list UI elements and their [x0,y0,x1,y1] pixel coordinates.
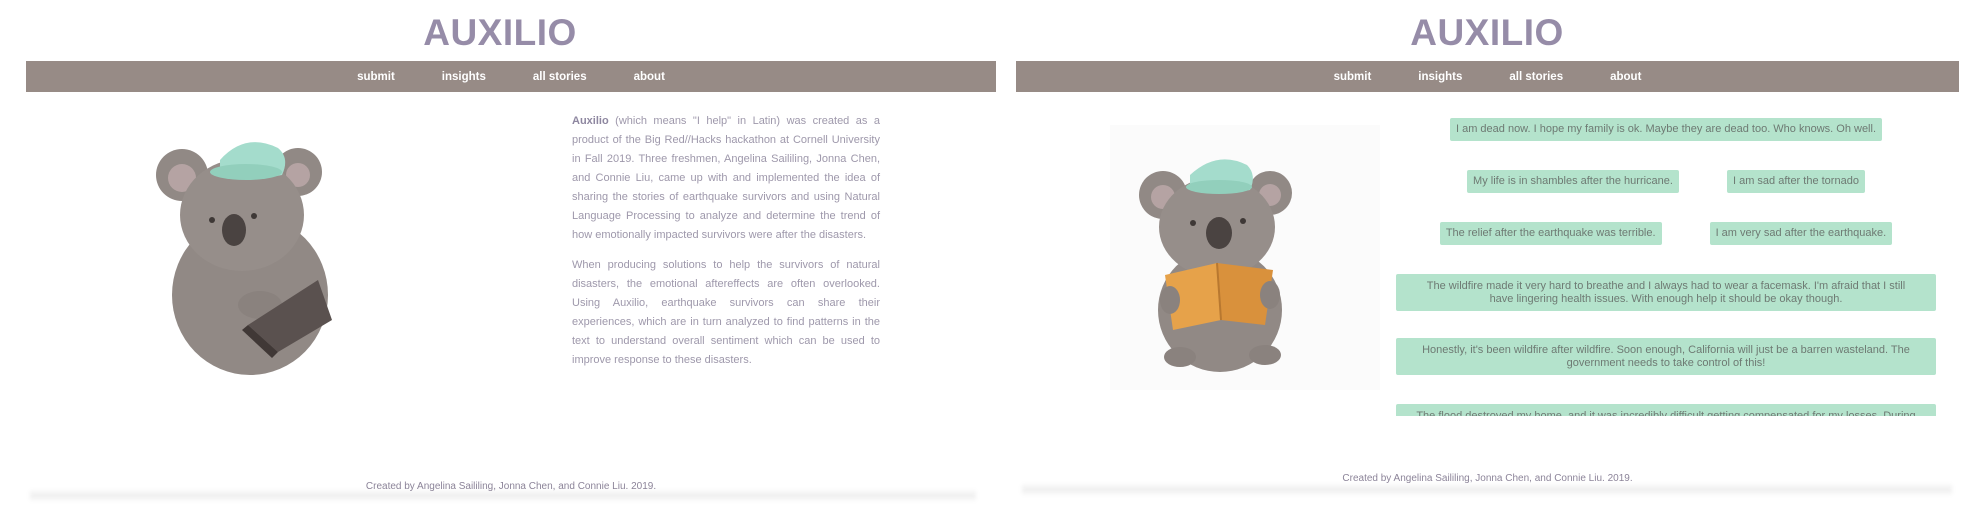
story-card[interactable]: The flood destroyed my home, and it was … [1396,404,1936,416]
about-text: Auxilio (which means "I help" in Latin) … [572,112,880,381]
nav-submit[interactable]: submit [357,71,395,83]
navbar: submit insights all stories about [1016,61,1959,92]
story-card[interactable]: I am dead now. I hope my family is ok. M… [1449,118,1883,141]
nav-about[interactable]: about [1610,71,1641,83]
about-paragraph-1: Auxilio (which means "I help" in Latin) … [572,112,880,245]
story-row: The flood destroyed my home, and it was … [1390,404,1942,416]
story-card[interactable]: The wildfire made it very hard to breath… [1396,274,1936,311]
about-page: AUXILIO submit insights all stories abou… [0,0,1000,510]
story-row: Honestly, it's been wildfire after wildf… [1390,338,1942,375]
footer-credits: Created by Angelina Saililing, Jonna Che… [1342,473,1633,484]
story-row: The wildfire made it very hard to breath… [1390,274,1942,311]
brand-title[interactable]: AUXILIO [1000,12,1974,54]
about-paragraph-2: When producing solutions to help the sur… [572,259,880,366]
story-card[interactable]: I am sad after the tornado [1726,170,1865,193]
koala-laptop-illustration [156,142,332,375]
story-card[interactable]: The relief after the earthquake was terr… [1439,222,1662,245]
story-row: The relief after the earthquake was terr… [1390,222,1942,245]
nav-insights[interactable]: insights [1418,71,1462,83]
story-card[interactable]: Honestly, it's been wildfire after wildf… [1396,338,1936,375]
story-card[interactable]: My life is in shambles after the hurrica… [1467,170,1679,193]
nav-all-stories[interactable]: all stories [533,71,587,83]
stories-page: AUXILIO submit insights all stories abou… [1000,0,1974,510]
brand-title[interactable]: AUXILIO [0,12,1000,54]
nav-about[interactable]: about [634,71,665,83]
footer-shadow [30,490,976,502]
brand-name-bold: Auxilio [572,115,609,127]
koala-reading-illustration [1139,159,1292,372]
nav-all-stories[interactable]: all stories [1509,71,1563,83]
story-card[interactable]: I am very sad after the earthquake. [1709,222,1893,245]
story-row: My life is in shambles after the hurrica… [1390,170,1942,193]
nav-insights[interactable]: insights [442,71,486,83]
story-row: I am dead now. I hope my family is ok. M… [1390,118,1942,141]
stories-list[interactable]: I am dead now. I hope my family is ok. M… [1390,108,1942,416]
nav-submit[interactable]: submit [1334,71,1372,83]
navbar: submit insights all stories about [26,61,996,92]
footer-shadow [1022,484,1952,496]
about-paragraph-1-text: (which means "I help" in Latin) was crea… [572,115,880,241]
